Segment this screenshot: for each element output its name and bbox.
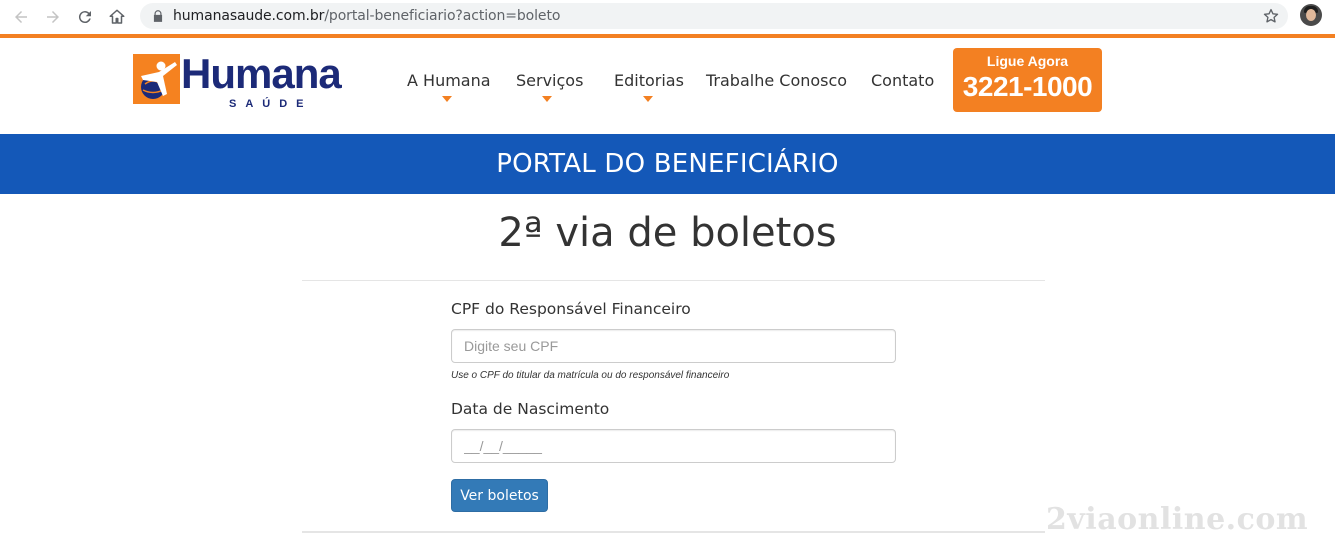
site-header: Humana SAÚDE A Humana Serviços Editorias… xyxy=(0,38,1335,134)
call-label: Ligue Agora xyxy=(986,53,1069,69)
caret-down-icon xyxy=(442,96,452,102)
page-title: 2ª via de boletos xyxy=(498,210,837,256)
cpf-input[interactable] xyxy=(451,329,896,363)
nav-label-servicos: Serviços xyxy=(516,71,584,90)
person-globe-icon xyxy=(141,61,177,99)
nav-item-a-humana[interactable]: A Humana xyxy=(407,71,491,102)
url-host: humanasaude.com.br xyxy=(173,8,325,24)
cpf-help-text: Use o CPF do titular da matrícula ou do … xyxy=(451,370,730,381)
bookmark-star-icon[interactable] xyxy=(1262,7,1280,25)
caret-down-icon xyxy=(643,96,653,102)
portal-banner: PORTAL DO BENEFICIÁRIO xyxy=(0,134,1335,194)
birthdate-label: Data de Nascimento xyxy=(451,400,610,418)
ver-boletos-button[interactable]: Ver boletos xyxy=(451,479,548,512)
watermark-text: 2viaonline.com xyxy=(1046,502,1309,535)
avatar-face xyxy=(1306,9,1316,21)
home-button[interactable] xyxy=(106,6,128,28)
nav-label-trabalhe-conosco: Trabalhe Conosco xyxy=(706,71,848,90)
profile-avatar[interactable] xyxy=(1300,4,1322,26)
lock-icon xyxy=(153,10,163,22)
home-icon xyxy=(109,9,125,24)
divider xyxy=(302,280,1045,281)
back-button[interactable] xyxy=(10,6,32,28)
humana-logo[interactable]: Humana SAÚDE xyxy=(133,50,353,112)
nav-label-editorias: Editorias xyxy=(614,71,684,90)
nav-item-contato[interactable]: Contato xyxy=(871,71,934,90)
logo-mark-icon xyxy=(133,54,180,104)
call-now-box[interactable]: Ligue Agora 3221-1000 xyxy=(953,48,1102,112)
url-path: /portal-beneficiario?action=boleto xyxy=(324,8,561,24)
nav-item-trabalhe-conosco[interactable]: Trabalhe Conosco xyxy=(706,71,847,90)
call-number: 3221-1000 xyxy=(962,71,1093,102)
nav-item-editorias[interactable]: Editorias xyxy=(614,71,684,102)
caret-down-icon xyxy=(542,96,552,102)
cpf-label: CPF do Responsável Financeiro xyxy=(451,300,691,318)
logo-subtitle: SAÚDE xyxy=(229,98,313,110)
browser-toolbar: humanasaude.com.br/portal-beneficiario?a… xyxy=(0,0,1335,34)
divider xyxy=(302,531,1045,533)
banner-title: PORTAL DO BENEFICIÁRIO xyxy=(496,149,839,179)
arrow-right-icon xyxy=(47,11,59,23)
logo-wordmark: Humana xyxy=(181,50,342,97)
nav-item-servicos[interactable]: Serviços xyxy=(516,71,584,102)
address-bar[interactable]: humanasaude.com.br/portal-beneficiario?a… xyxy=(140,3,1288,29)
reload-icon xyxy=(78,11,91,24)
arrow-left-icon xyxy=(15,11,27,23)
nav-label-a-humana: A Humana xyxy=(407,71,491,90)
birthdate-input[interactable] xyxy=(451,429,896,463)
address-url: humanasaude.com.br/portal-beneficiario?a… xyxy=(173,8,560,24)
nav-label-contato: Contato xyxy=(871,71,935,90)
reload-button[interactable] xyxy=(74,6,96,28)
forward-button[interactable] xyxy=(42,6,64,28)
boleto-form: CPF do Responsável Financeiro Use o CPF … xyxy=(451,300,896,512)
